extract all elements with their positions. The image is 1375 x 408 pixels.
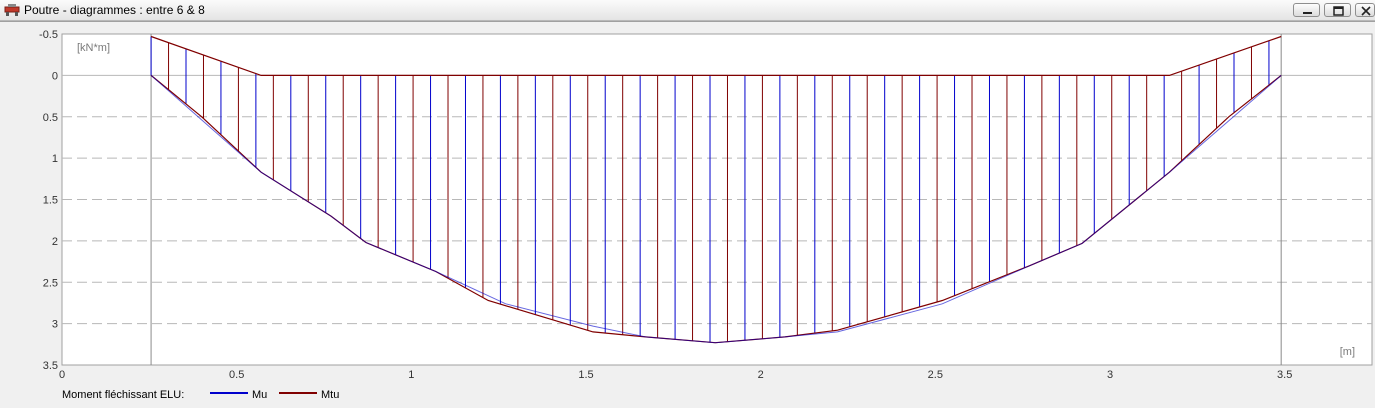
y-tick-label: 1 [52, 153, 58, 165]
x-tick-label: 3.5 [1277, 369, 1292, 381]
bending-moment-chart: -0.500.511.522.533.50 0.5 1 1.5 2 2.5 3 3.5[kN*… [39, 29, 1373, 401]
x-tick-label: 3 [1107, 369, 1113, 381]
x-tick-label: 1.5 [578, 369, 593, 381]
y-tick-label: 3.5 [43, 360, 58, 372]
x-tick-label: 0 [59, 369, 65, 381]
legend-label-mu: Mu [252, 389, 267, 401]
y-tick-label: 2 [52, 236, 58, 248]
minimize-icon [1303, 12, 1312, 14]
close-icon [1361, 6, 1371, 16]
y-tick-label: 0.5 [43, 112, 58, 124]
y-tick-label: 0 [52, 70, 58, 82]
x-tick-label: 1 [408, 369, 414, 381]
chart-panel: -0.5 0 0.5 1 1.5 2 2.5 3 3.5 0 0.5 1 1.5 2 2.5 3 3.5 [kN*… [0, 21, 1375, 408]
close-button[interactable] [1355, 3, 1375, 17]
legend-label-mtu: Mtu [321, 389, 339, 401]
x-axis-unit: [m] [1340, 346, 1355, 358]
title-bar[interactable]: Poutre - diagrammes : entre 6 & 8 [0, 0, 1375, 21]
y-tick-label: 3 [52, 319, 58, 331]
x-tick-label: 2.5 [928, 369, 943, 381]
y-tick-label: 2.5 [43, 277, 58, 289]
restore-icon [1333, 6, 1344, 16]
window: Poutre - diagrammes : entre 6 & 8 -0.5 0 0… [0, 0, 1375, 408]
y-axis-unit: [kN*m] [77, 42, 110, 54]
beam-app-icon [4, 4, 20, 16]
y-tick-label: 1.5 [43, 195, 58, 207]
restore-button[interactable] [1324, 3, 1351, 17]
legend-title: Moment fléchissant ELU: [62, 389, 184, 401]
minimize-button[interactable] [1293, 3, 1320, 17]
x-tick-label: 2 [758, 369, 764, 381]
x-tick-label: 0.5 [229, 369, 244, 381]
window-title: Poutre - diagrammes : entre 6 & 8 [24, 3, 205, 17]
y-tick-label: -0.5 [39, 29, 58, 41]
